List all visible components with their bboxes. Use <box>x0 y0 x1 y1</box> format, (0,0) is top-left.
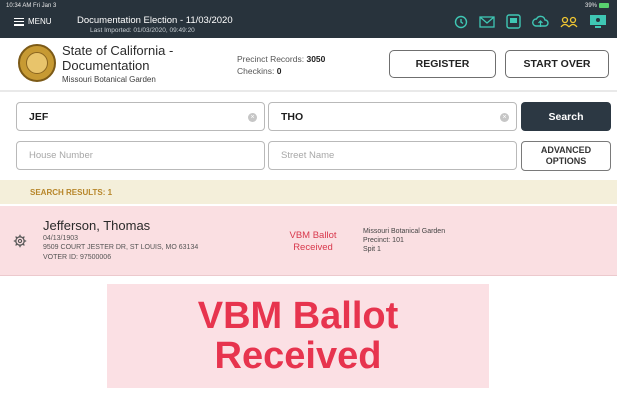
location-name: Missouri Botanical Garden <box>62 75 156 84</box>
callout-line1: VBM Ballot <box>197 295 399 337</box>
street-name-placeholder: Street Name <box>281 150 335 161</box>
history-icon[interactable] <box>454 15 468 29</box>
polling-precinct: Precinct: 101 <box>363 237 404 244</box>
polling-site-name: Missouri Botanical Garden <box>363 228 446 235</box>
state-title: State of California - Documentation <box>62 43 174 73</box>
callout-line2: Received <box>214 335 382 377</box>
mail-icon[interactable] <box>479 15 495 28</box>
printer-icon[interactable] <box>506 14 521 29</box>
menu-label: MENU <box>28 17 52 26</box>
precinct-records-value: 3050 <box>306 54 326 64</box>
ballot-status-line1: VBM Ballot <box>289 230 337 241</box>
house-number-input[interactable]: House Number <box>16 141 265 170</box>
ballot-status-line2: Received <box>293 242 333 253</box>
voter-id: VOTER ID: 97500006 <box>43 254 112 261</box>
search-results-count: SEARCH RESULTS: 1 <box>30 188 113 197</box>
battery-icon <box>599 3 609 8</box>
hamburger-icon <box>14 17 24 26</box>
battery-percent: 39% <box>584 3 597 10</box>
voter-name: Jefferson, Thomas <box>43 218 151 233</box>
checkins-value: 0 <box>276 66 282 76</box>
gear-icon[interactable] <box>13 234 27 248</box>
clear-first-name-icon[interactable]: × <box>248 113 257 122</box>
house-number-placeholder: House Number <box>29 150 93 161</box>
advanced-label-line2: OPTIONS <box>545 156 587 166</box>
cloud-sync-icon[interactable] <box>532 15 549 29</box>
app-bar: 10:34 AM Fri Jan 3 39% MENU Documentatio… <box>0 0 617 38</box>
status-time: 10:34 AM Fri Jan 3 <box>6 3 57 9</box>
checkins-label: Checkins: <box>237 66 275 76</box>
search-results-bar: SEARCH RESULTS: 1 <box>0 180 617 204</box>
advanced-label-line1: ADVANCED <box>540 145 592 155</box>
status-callout: VBM Ballot Received <box>107 284 489 388</box>
top-toolbar <box>454 14 607 29</box>
ballot-status: VBM Ballot Received <box>280 230 346 254</box>
last-name-input[interactable]: THO × <box>268 102 517 131</box>
users-icon[interactable] <box>560 16 578 28</box>
register-button[interactable]: REGISTER <box>389 50 496 78</box>
monitor-icon[interactable] <box>589 14 607 29</box>
state-seal-logo <box>18 44 56 82</box>
precinct-header: State of California - Documentation Miss… <box>0 38 617 90</box>
street-name-input[interactable]: Street Name <box>268 141 517 170</box>
election-title: Documentation Election - 11/03/2020 <box>77 15 233 26</box>
voter-dob: 04/13/1903 <box>43 235 79 242</box>
header-divider <box>0 90 617 92</box>
status-battery: 39% <box>585 3 609 9</box>
clear-last-name-icon[interactable]: × <box>500 113 509 122</box>
menu-button[interactable]: MENU <box>14 17 52 26</box>
precinct-stats: Precinct Records: 3050 Checkins: 0 <box>237 53 325 77</box>
advanced-options-button[interactable]: ADVANCED OPTIONS <box>521 141 611 171</box>
polling-split: Spit 1 <box>363 246 381 253</box>
search-button[interactable]: Search <box>521 102 611 131</box>
precinct-records-label: Precinct Records: <box>237 54 305 64</box>
first-name-input[interactable]: JEF × <box>16 102 265 131</box>
start-over-button[interactable]: START OVER <box>505 50 609 78</box>
voter-address: 9509 COURT JESTER DR, ST LOUIS, MO 63134 <box>43 244 199 251</box>
first-name-value: JEF <box>29 110 49 123</box>
last-name-value: THO <box>281 110 304 123</box>
last-imported: Last Imported: 01/03/2020, 09:49:20 <box>90 27 195 34</box>
